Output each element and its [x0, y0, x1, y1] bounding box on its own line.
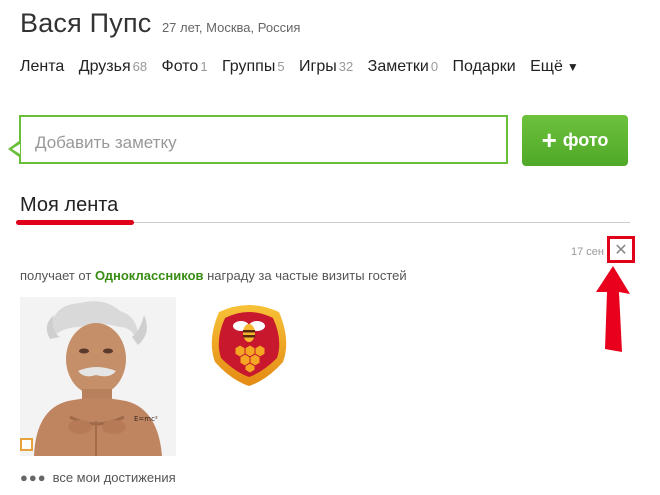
- bee-honeycomb-badge-icon: [211, 305, 287, 386]
- nav-item-count: 5: [277, 59, 285, 74]
- photo-select-checkbox[interactable]: [20, 438, 33, 451]
- feed-title: Моя лента: [20, 194, 119, 216]
- nav-item-count: 0: [430, 59, 439, 74]
- event-text-before: получает от: [20, 268, 95, 283]
- triangle-down-icon: ▼: [566, 60, 579, 74]
- nav-item-count: 1: [200, 59, 208, 74]
- nav-item-feed[interactable]: Лента: [20, 58, 64, 76]
- event-timestamp: 17 сен: [571, 246, 604, 258]
- nav-item-label: Игры: [299, 58, 337, 75]
- nav-item-friends[interactable]: Друзья 68: [79, 58, 147, 76]
- event-description: получает от Одноклассников награду за ча…: [20, 268, 407, 283]
- close-icon[interactable]: ✕: [607, 236, 635, 263]
- add-note-field[interactable]: Добавить заметку: [19, 115, 508, 164]
- all-achievements-link[interactable]: ●●● все мои достижения: [20, 470, 176, 485]
- plus-icon: +: [541, 124, 557, 155]
- add-note-placeholder: Добавить заметку: [35, 133, 177, 152]
- nav-item-games[interactable]: Игры 32: [299, 58, 353, 76]
- nav-item-count: 32: [338, 59, 354, 74]
- add-photo-button[interactable]: + фото: [522, 115, 628, 166]
- nav-item-label: Группы: [222, 58, 276, 75]
- speech-tail-inner: [12, 144, 20, 154]
- add-photo-label: фото: [562, 130, 609, 150]
- event-source-link[interactable]: Одноклассников: [95, 268, 204, 283]
- nav-item-label: Ещё: [530, 58, 563, 75]
- red-underline-annotation: [16, 220, 134, 225]
- user-photo-image: E=mc²: [20, 297, 176, 456]
- nav-item-photos[interactable]: Фото 1: [162, 58, 208, 76]
- profile-nav: Лента Друзья 68 Фото 1 Группы 5 Игры 32 Заме…: [20, 58, 589, 76]
- nav-item-label: Друзья: [78, 58, 131, 75]
- nav-item-label: Подарки: [452, 58, 516, 75]
- user-photo[interactable]: E=mc²: [20, 297, 176, 456]
- red-arrow-annotation: [596, 266, 630, 352]
- profile-header: Вася Пупс 27 лет, Москва, Россия: [20, 8, 300, 39]
- all-achievements-label: все мои достижения: [52, 470, 176, 485]
- dots-icon: ●●●: [20, 470, 47, 485]
- profile-meta: 27 лет, Москва, Россия: [161, 20, 301, 35]
- nav-item-count: 68: [132, 59, 148, 74]
- nav-item-notes[interactable]: Заметки 0: [368, 58, 438, 76]
- svg-text:E=mc²: E=mc²: [134, 415, 158, 423]
- nav-item-groups[interactable]: Группы 5: [222, 58, 285, 76]
- nav-item-more[interactable]: Ещё ▼: [530, 58, 579, 76]
- nav-item-gifts[interactable]: Подарки: [453, 58, 516, 76]
- nav-item-label: Заметки: [367, 58, 429, 75]
- nav-item-label: Лента: [20, 58, 65, 75]
- profile-name[interactable]: Вася Пупс: [20, 8, 151, 38]
- nav-item-label: Фото: [161, 58, 199, 75]
- event-text-after: награду за частые визиты гостей: [203, 268, 407, 283]
